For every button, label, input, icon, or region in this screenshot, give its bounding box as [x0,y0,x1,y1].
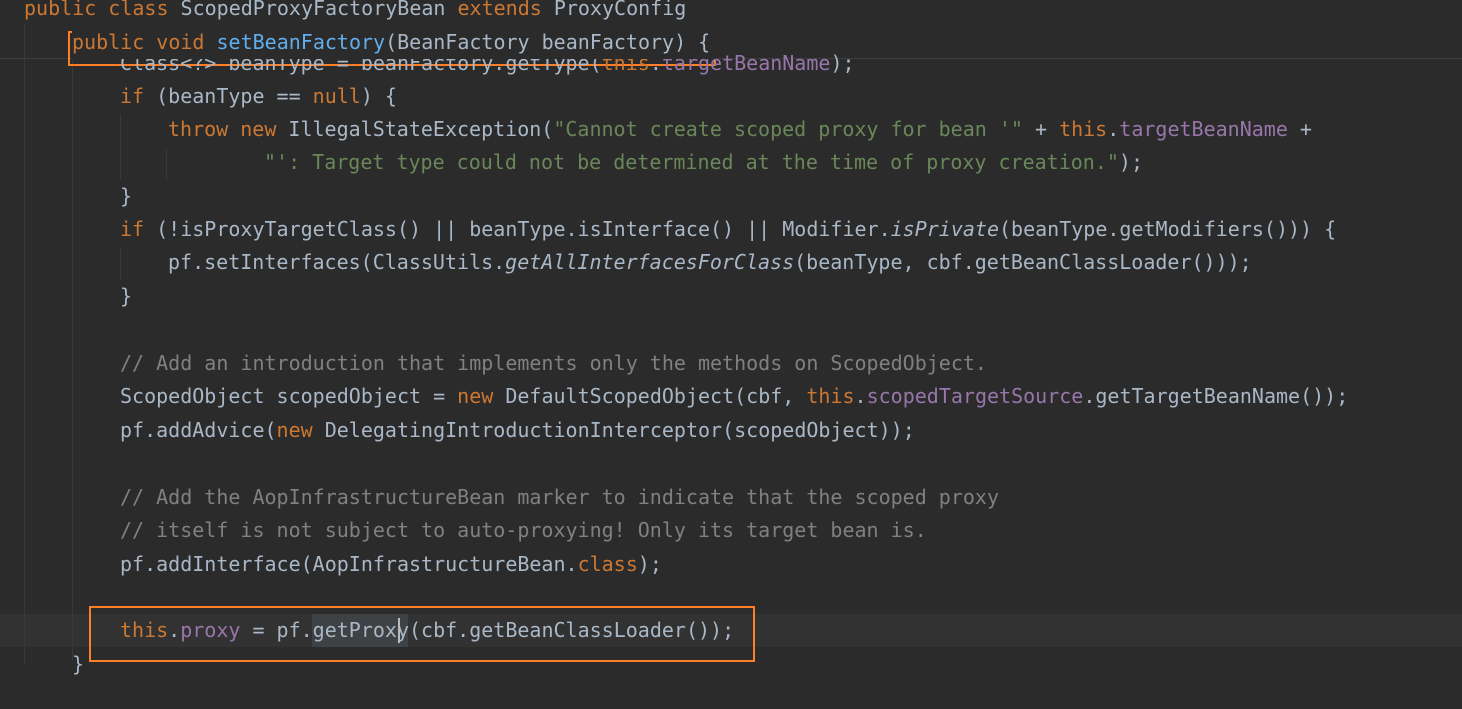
annotation-box-get-proxy-call [89,606,755,662]
code-token: new [276,418,325,442]
code-line-comment-introduction[interactable]: // Add an introduction that implements o… [120,347,987,380]
code-token: ); [830,51,855,75]
code-token: scopedTargetSource [866,384,1084,408]
code-token: (beanType, cbf.getBeanClassLoader())); [794,250,1252,274]
code-token: . [854,384,867,408]
code-token: } [120,184,133,208]
code-line-if-proxy-target-class[interactable]: if (!isProxyTargetClass() || beanType.is… [120,213,1336,246]
code-token: ScopedProxyFactoryBean [180,0,458,20]
code-token: "Cannot create scoped proxy for bean '" [553,117,1023,141]
code-token: (beanType.getModifiers())) { [999,217,1337,241]
code-token: IllegalStateException( [288,117,554,141]
code-line-method-declaration[interactable]: public void setBeanFactory(BeanFactory b… [72,26,717,59]
code-token: ); [637,552,662,576]
code-line-throw-continuation[interactable]: "': Target type could not be determined … [264,146,1143,179]
code-token: targetBeanName [1119,117,1288,141]
code-token: if [120,84,157,108]
code-token: ); [1118,150,1144,174]
code-token: pf.addInterface(AopInfrastructureBean. [120,552,578,576]
code-token: + [1022,117,1060,141]
code-token: (BeanFactory beanFactory) { [385,30,711,54]
code-token: getAllInterfacesForClass [505,250,795,274]
code-token: null [312,84,361,108]
code-token: (beanType == [156,84,313,108]
indent-guide [72,60,73,660]
code-line-comment-marker-1[interactable]: // Add the AopInfrastructureBean marker … [120,481,999,514]
code-token: public class [24,0,181,20]
code-line-close-method[interactable]: } [72,648,84,681]
code-token: this [806,384,855,408]
code-line-throw-statement[interactable]: throw new IllegalStateException("Cannot … [168,113,1312,146]
code-token: if [120,217,157,241]
code-line-set-interfaces[interactable]: pf.setInterfaces(ClassUtils.getAllInterf… [168,246,1252,279]
code-token: DelegatingIntroductionInterceptor(scoped… [324,418,915,442]
code-token: // Add the AopInfrastructureBean marker … [120,485,999,509]
code-line-close-if-2[interactable]: } [120,280,132,313]
code-line-close-if-1[interactable]: } [120,180,132,213]
code-token: this [1059,117,1108,141]
code-token: "': Target type could not be determined … [264,150,1119,174]
code-token: ProxyConfig [553,0,687,20]
code-token: class [577,552,638,576]
code-token: // Add an introduction that implements o… [120,351,987,375]
code-token: . [1107,117,1120,141]
code-token: setBeanFactory [216,30,386,54]
code-token: extends [457,0,554,20]
code-token: + [1287,117,1312,141]
code-line-class-declaration[interactable]: public class ScopedProxyFactoryBean exte… [24,0,686,25]
code-token: ScopedObject scopedObject = [120,384,458,408]
code-editor[interactable]: public class ScopedProxyFactoryBean exte… [0,0,1462,709]
indent-guide [24,24,25,664]
indent-guide [120,248,121,280]
code-line-scoped-object-decl[interactable]: ScopedObject scopedObject = new DefaultS… [120,380,1348,413]
code-token: ) { [360,84,397,108]
code-token: } [120,284,133,308]
code-line-add-advice[interactable]: pf.addAdvice(new DelegatingIntroductionI… [120,414,915,447]
indent-guide [166,150,167,180]
code-token: (!isProxyTargetClass() || beanType.isInt… [156,217,891,241]
code-token: } [72,652,85,676]
code-token: pf.setInterfaces(ClassUtils. [168,250,506,274]
indent-guide [120,114,121,180]
code-token: // itself is not subject to auto-proxyin… [120,518,927,542]
code-line-add-interface[interactable]: pf.addInterface(AopInfrastructureBean.cl… [120,548,662,581]
code-line-comment-marker-2[interactable]: // itself is not subject to auto-proxyin… [120,514,927,547]
code-token: DefaultScopedObject(cbf, [505,384,807,408]
code-token: new [457,384,506,408]
code-token: throw new [168,117,289,141]
code-token: isPrivate [890,217,1000,241]
code-token: pf.addAdvice( [120,418,277,442]
code-token: .getTargetBeanName()); [1083,384,1349,408]
code-line-if-beantype-null[interactable]: if (beanType == null) { [120,80,397,113]
code-token: public void [72,30,217,54]
